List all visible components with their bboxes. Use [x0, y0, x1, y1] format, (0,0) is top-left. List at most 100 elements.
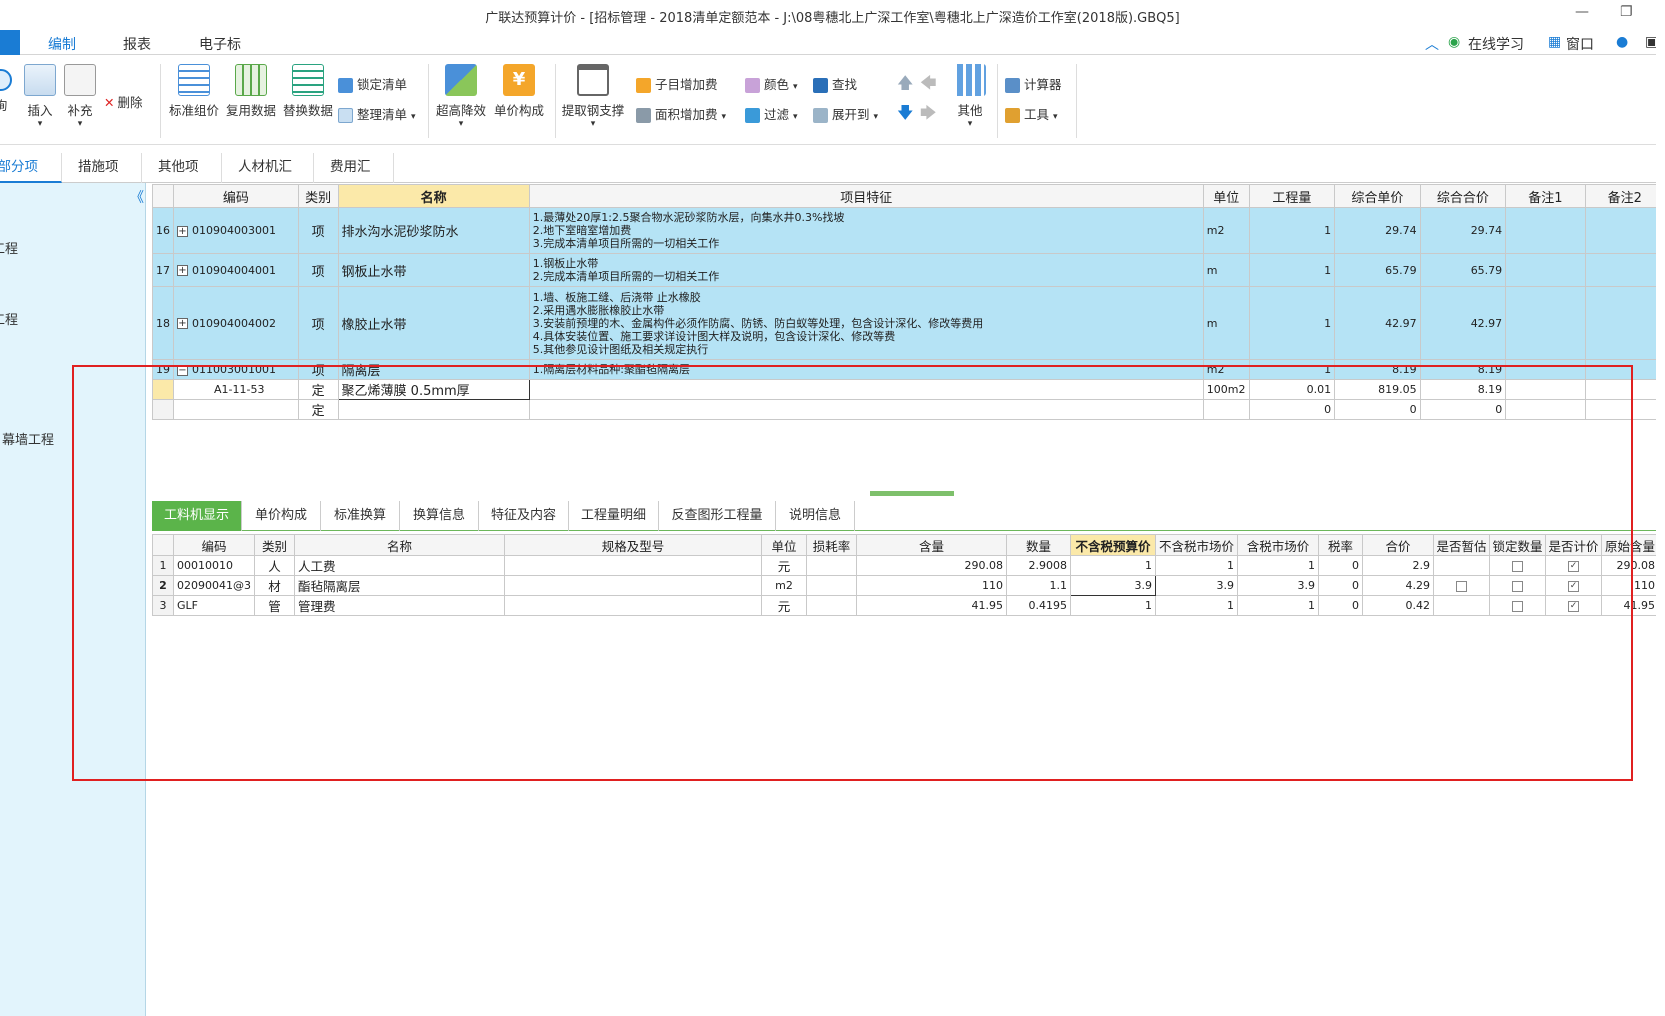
pre-tax-budget-cell[interactable]: 1 [1070, 595, 1156, 616]
loss-rate-cell[interactable] [806, 575, 857, 596]
remark1-cell[interactable] [1505, 286, 1586, 360]
total-cell[interactable]: 42.97 [1419, 286, 1507, 360]
original-content-cell[interactable]: 110 [1601, 575, 1659, 596]
column-header[interactable]: 不含税市场价 [1155, 534, 1238, 556]
pre-tax-market-cell[interactable]: 1 [1155, 555, 1238, 576]
type-cell[interactable]: 材 [254, 575, 295, 596]
column-header[interactable]: 锁定数量 [1489, 534, 1546, 556]
pre-tax-market-cell[interactable]: 1 [1155, 595, 1238, 616]
tax-market-cell[interactable]: 3.9 [1237, 575, 1319, 596]
total-cell[interactable]: 0.42 [1362, 595, 1434, 616]
column-header[interactable]: 综合单价 [1334, 184, 1421, 208]
tax-rate-cell[interactable]: 0 [1318, 575, 1363, 596]
lock-list-button[interactable]: 锁定清单 [338, 74, 407, 93]
priced-cell[interactable]: ✓ [1545, 555, 1602, 576]
type-cell[interactable]: 人 [254, 555, 295, 576]
total-cell[interactable]: 0 [1419, 399, 1507, 420]
type-cell[interactable]: 项 [297, 207, 339, 254]
total-cell[interactable]: 4.29 [1362, 575, 1434, 596]
area-add-fee-button[interactable]: 面积增加费 ▾ [636, 104, 726, 123]
qty-cell[interactable]: 0.01 [1248, 379, 1336, 400]
column-header[interactable]: 单位 [761, 534, 807, 556]
feature-cell[interactable]: 1.隔离层材料品种:聚酯毡隔离层 [528, 359, 1204, 380]
pre-tax-budget-cell[interactable]: 3.9 [1070, 575, 1156, 596]
table-row[interactable]: 16 +010904003001 项 排水沟水泥砂浆防水 1.最薄处20厚1:2… [152, 207, 1665, 254]
name-cell[interactable]: 酯毡隔离层 [294, 575, 505, 596]
content-cell[interactable]: 290.08 [856, 555, 1007, 576]
qty-cell[interactable]: 1.1 [1006, 575, 1071, 596]
qty-cell[interactable]: 0.4195 [1006, 595, 1071, 616]
column-header[interactable]: 含量 [856, 534, 1007, 556]
unit-cell[interactable]: 100m2 [1202, 379, 1250, 400]
standard-pricing-button[interactable]: 标准组价 [167, 64, 221, 119]
remark2-cell[interactable] [1584, 399, 1665, 420]
code-cell[interactable]: GLF [173, 595, 255, 616]
price-cell[interactable]: 8.19 [1334, 359, 1421, 380]
code-cell[interactable]: 02090041@3 [173, 575, 255, 596]
type-cell[interactable]: 管 [254, 595, 295, 616]
lock-qty-cell[interactable] [1489, 575, 1546, 596]
remark1-cell[interactable] [1505, 379, 1586, 400]
move-up-button[interactable]: 🡅 [897, 72, 913, 99]
tab-fenbufenxiang[interactable]: 分部分项 [0, 153, 62, 183]
column-header[interactable]: 是否计价 [1545, 534, 1602, 556]
spec-cell[interactable] [504, 555, 762, 576]
lock-qty-cell[interactable] [1489, 555, 1546, 576]
name-cell[interactable]: 钢板止水带 [337, 253, 530, 287]
name-cell[interactable] [337, 399, 530, 420]
column-header[interactable]: 是否暂估 [1433, 534, 1490, 556]
provisional-cell[interactable] [1433, 555, 1490, 576]
code-cell[interactable]: −011003001001 [173, 359, 299, 380]
query-button[interactable]: 询 [0, 64, 16, 114]
minimize-button[interactable]: — [1575, 4, 1589, 20]
pre-tax-budget-cell[interactable]: 1 [1070, 555, 1156, 576]
column-header[interactable]: 备注1 [1505, 184, 1586, 208]
super-high-reduction-button[interactable]: 超高降效 ▾ [434, 64, 488, 129]
column-header[interactable]: 税率 [1318, 534, 1363, 556]
type-cell[interactable]: 定 [297, 399, 339, 420]
table-row[interactable]: 2 02090041@3 材 酯毡隔离层 m2 110 1.1 3.9 3.9 … [152, 575, 1659, 596]
total-cell[interactable]: 8.19 [1419, 379, 1507, 400]
type-cell[interactable]: 项 [297, 359, 339, 380]
extract-rebar-button[interactable]: 提取钢支撑 ▾ [560, 64, 626, 129]
menu-baobiao[interactable]: 报表 [123, 34, 151, 54]
tab-rencaiji[interactable]: 人材机汇总 [222, 153, 314, 204]
column-header[interactable]: 名称 [337, 184, 530, 208]
collapse-icon[interactable]: − [177, 364, 188, 376]
type-cell[interactable]: 项 [297, 286, 339, 360]
tab-huansuanxinxi[interactable]: 换算信息 [400, 501, 479, 531]
column-header[interactable]: 类别 [297, 184, 339, 208]
total-cell[interactable]: 2.9 [1362, 555, 1434, 576]
menu-bianzhi[interactable]: 编制 [48, 34, 76, 58]
feature-cell[interactable]: 1.墙、板施工缝、后浇带 止水橡胶 2.采用遇水膨胀橡胶止水带 3.安装前预埋的木、… [528, 286, 1204, 360]
reuse-data-button[interactable]: 复用数据 [224, 64, 278, 119]
find-button[interactable]: 查找 [813, 74, 857, 93]
table-row[interactable]: 19 −011003001001 项 隔离层 1.隔离层材料品种:聚酯毡隔离层 … [152, 359, 1665, 380]
priced-cell[interactable]: ✓ [1545, 595, 1602, 616]
priced-checkbox[interactable]: ✓ [1568, 601, 1579, 612]
table-row[interactable]: 17 +010904004001 项 钢板止水带 1.钢板止水带 2.完成本清单项… [152, 253, 1665, 287]
restore-button[interactable]: ❐ [1620, 4, 1633, 20]
remark2-cell[interactable] [1584, 207, 1665, 254]
unit-price-composition-button[interactable]: ¥ 单价构成 [492, 64, 546, 119]
provisional-cell[interactable] [1433, 575, 1490, 596]
tax-rate-cell[interactable]: 0 [1318, 555, 1363, 576]
column-header[interactable]: 名称 [294, 534, 505, 556]
code-cell[interactable]: +010904004001 [173, 253, 299, 287]
total-cell[interactable]: 8.19 [1419, 359, 1507, 380]
column-header[interactable]: 工程量 [1248, 184, 1336, 208]
priced-cell[interactable]: ✓ [1545, 575, 1602, 596]
replace-data-button[interactable]: 替换数据 [281, 64, 335, 119]
column-header[interactable]: 综合合价 [1419, 184, 1507, 208]
code-cell[interactable]: A1-11-53 [173, 379, 299, 400]
tab-qitaxiangmu[interactable]: 其他项目 [142, 153, 222, 204]
spec-cell[interactable] [504, 595, 762, 616]
original-content-cell[interactable]: 41.95 [1601, 595, 1659, 616]
unit-cell[interactable]: m [1202, 286, 1250, 360]
qty-cell[interactable]: 1 [1248, 207, 1336, 254]
tab-biaozhunhuansuan[interactable]: 标准换算 [321, 501, 400, 531]
pre-tax-market-cell[interactable]: 3.9 [1155, 575, 1238, 596]
tab-shuoming[interactable]: 说明信息 [776, 501, 855, 531]
unit-cell[interactable] [1202, 399, 1250, 420]
price-cell[interactable]: 29.74 [1334, 207, 1421, 254]
